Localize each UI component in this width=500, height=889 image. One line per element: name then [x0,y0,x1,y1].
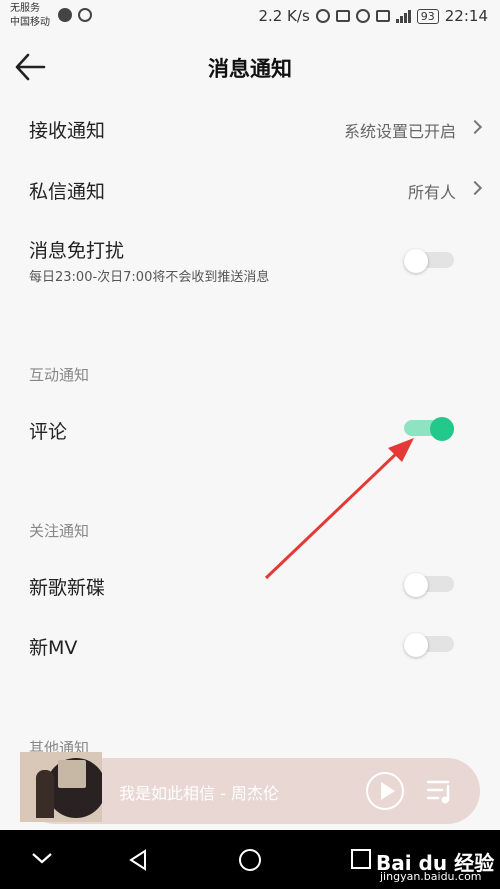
carrier-line1: 无服务 [10,3,40,14]
new-songs-toggle[interactable] [404,573,454,597]
hotspot-icon [315,9,330,23]
nav-home-button[interactable] [238,848,262,876]
new-mv-toggle[interactable] [404,633,454,657]
album-cover[interactable] [20,752,102,822]
network-speed: 2.2 K/s [258,7,310,25]
status-right: 2.2 K/s 93 22:14 [258,7,488,25]
playlist-button[interactable] [426,778,454,804]
vibrate-icon [335,10,350,22]
nav-back-button[interactable] [126,848,150,876]
alarm-icon [355,9,370,23]
notification-icon [58,8,72,22]
nav-recents-button[interactable] [350,848,372,874]
playlist-icon [426,780,450,804]
hide-nav-button[interactable] [30,848,54,872]
do-not-disturb-toggle[interactable] [404,249,454,273]
new-mv-label: 新MV [29,637,78,659]
carrier-info: 无服务 中国移动 [10,2,50,30]
new-songs-label: 新歌新碟 [29,577,106,599]
do-not-disturb-label: 消息免打扰 [29,240,125,262]
page-title: 消息通知 [208,57,292,81]
comment-row: 评论 [0,400,500,458]
chevron-right-icon [467,119,483,135]
mini-player[interactable]: 我是如此相信 - 周杰伦 [20,752,480,824]
circle-home-icon [239,849,261,871]
chevron-down-icon [32,853,52,864]
now-playing-title: 我是如此相信 - 周杰伦 [119,784,279,803]
private-message-row[interactable]: 私信通知 所有人 [0,158,500,218]
battery-indicator: 93 [416,8,439,24]
status-icons-left [58,8,92,22]
carrier-line2: 中国移动 [10,17,50,28]
album-art [58,760,86,788]
clock: 22:14 [444,7,488,25]
section-interaction: 互动通知 [29,366,90,384]
signal-icon [395,9,411,23]
receive-notification-row[interactable]: 接收通知 系统设置已开启 [0,98,500,158]
do-not-disturb-row: 消息免打扰 每日23:00-次日7:00将不会收到推送消息 [0,225,500,295]
header: 消息通知 [0,36,500,98]
new-songs-row: 新歌新碟 [0,556,500,614]
status-bar: 无服务 中国移动 2.2 K/s 93 22:14 [0,0,500,36]
baidu-watermark-url: jingyan.baidu.com [380,870,482,883]
do-not-disturb-description: 每日23:00-次日7:00将不会收到推送消息 [29,270,270,285]
singer-figure [36,770,54,818]
triangle-back-icon [129,849,146,871]
receive-notification-value: 系统设置已开启 [343,122,456,141]
section-follow: 关注通知 [29,522,90,540]
comment-label: 评论 [29,421,68,443]
comment-toggle[interactable] [404,417,454,441]
square-recents-icon [351,849,371,869]
hd-icon [375,10,390,22]
private-message-label: 私信通知 [29,181,106,203]
receive-notification-label: 接收通知 [29,120,106,142]
sync-icon [78,8,92,22]
play-button[interactable] [366,772,404,810]
private-message-value: 所有人 [407,183,456,202]
new-mv-row: 新MV [0,616,500,674]
chevron-right-icon [467,180,483,196]
